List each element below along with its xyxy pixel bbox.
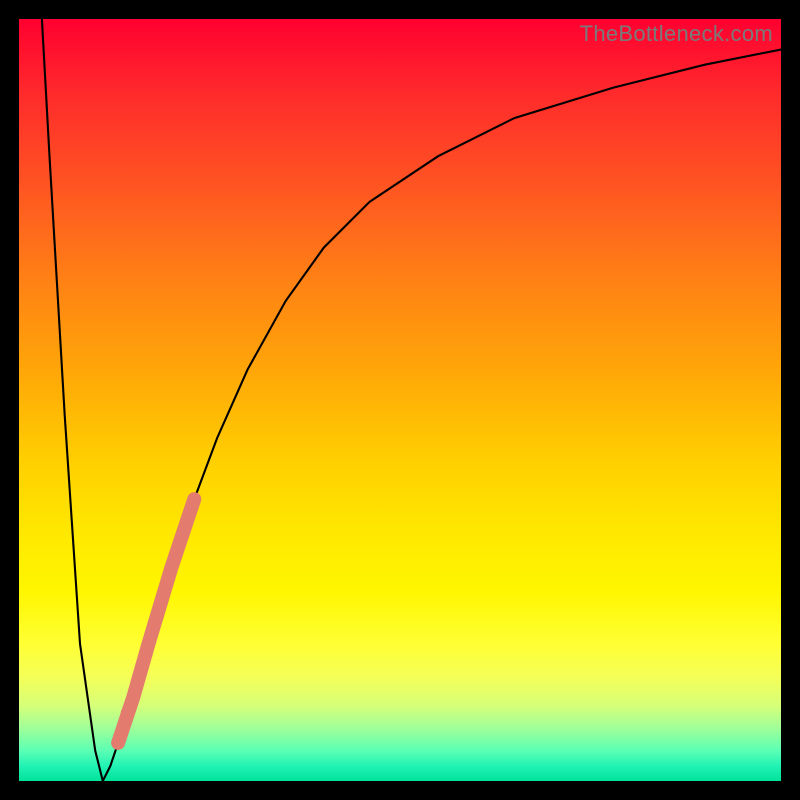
plot-area: TheBottleneck.com <box>19 19 781 781</box>
highlight-segment <box>118 499 194 743</box>
highlight-dot <box>121 707 131 717</box>
bottleneck-curve <box>42 19 781 781</box>
chart-frame: TheBottleneck.com <box>0 0 800 800</box>
curve-svg <box>19 19 781 781</box>
highlight-dot <box>116 731 124 739</box>
